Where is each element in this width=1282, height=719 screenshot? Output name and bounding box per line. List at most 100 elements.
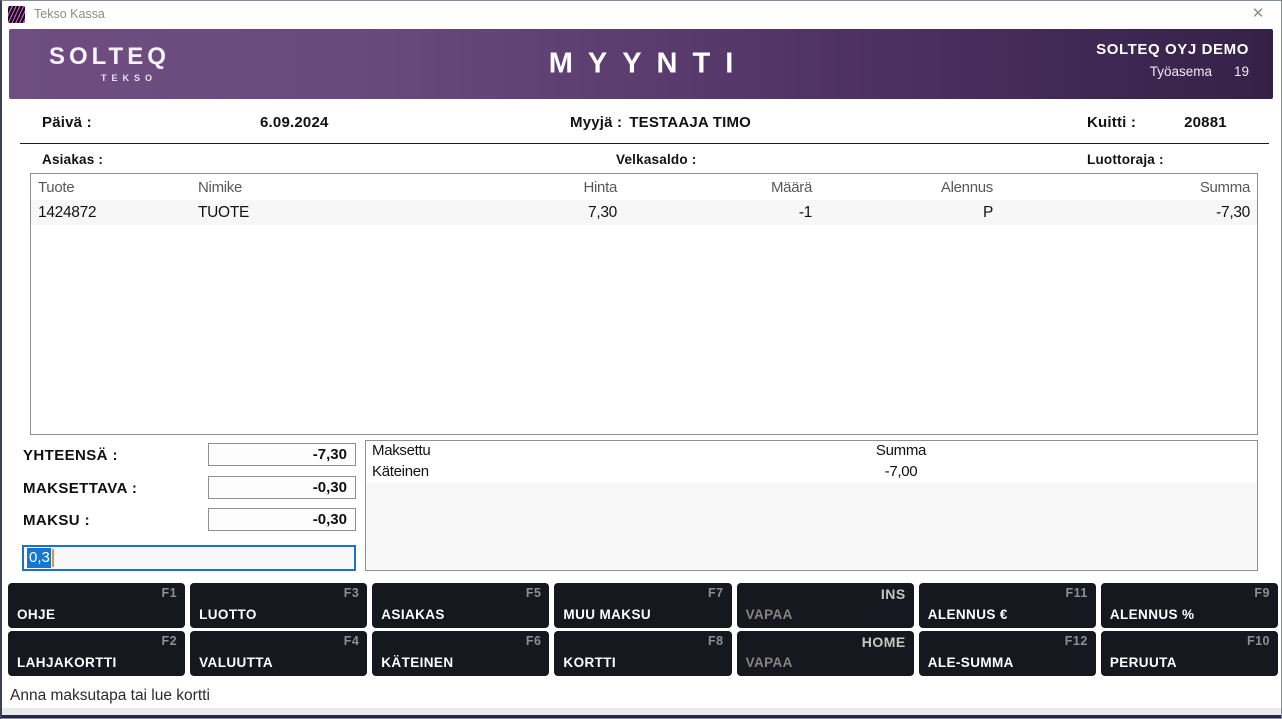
seller-value: TESTAAJA TIMO [629,114,751,131]
fkey-label: HOME [862,634,906,650]
fkey-label: F2 [162,634,178,648]
payment-sum: -7,00 [831,463,971,480]
payment-value-box: -0,30 [208,508,356,531]
col-header-tuote: Tuote [31,174,191,200]
payments-panel: Maksettu Summa Käteinen -7,00 [365,440,1258,571]
button-label: VALUUTTA [199,655,273,670]
item-product-code: 1424872 [31,200,191,225]
items-table-container: Tuote Nimike Hinta Määrä Alennus Summa 1… [30,173,1258,435]
window-title: Tekso Kassa [34,7,105,21]
button-label: ASIAKAS [381,607,445,622]
button-label: VAPAA [746,655,793,670]
col-header-alennus: Alennus [816,174,1011,200]
header-divider [20,143,1269,144]
kortti-button[interactable]: F8 KORTTI [554,631,731,676]
seller-label: Myyjä : [570,114,622,131]
vapaa-ins-button: INS VAPAA [737,583,914,628]
credit-limit-label: Luottoraja : [1087,152,1164,167]
asiakas-button[interactable]: F5 ASIAKAS [372,583,549,628]
payments-col-paid: Maksettu [372,442,430,459]
workstation-label: Työasema [1150,64,1212,79]
fkey-label: F12 [1065,634,1088,648]
fkey-label: F8 [708,634,724,648]
debt-balance-label: Velkasaldo : [616,152,696,167]
item-sum: -7,30 [1011,200,1257,225]
col-header-hinta: Hinta [451,174,621,200]
button-label: PERUUTA [1110,655,1177,670]
peruuta-button[interactable]: F10 PERUUTA [1101,631,1278,676]
col-header-summa: Summa [1011,174,1257,200]
bottom-border-bar [2,715,1281,718]
date-value: 6.09.2024 [260,114,329,131]
seller: Myyjä : TESTAAJA TIMO [570,114,751,131]
kateinen-button[interactable]: F6 KÄTEINEN [372,631,549,676]
fkey-label: F3 [344,586,360,600]
ohje-button[interactable]: F1 OHJE [8,583,185,628]
solteq-app-icon [8,6,25,23]
total-label: YHTEENSÄ : [23,447,118,464]
payment-amount-input[interactable]: 0,3 [22,545,356,571]
button-label: ALENNUS € [928,607,1008,622]
fkey-label: F4 [344,634,360,648]
col-header-maara: Määrä [621,174,816,200]
button-label: ALENNUS % [1110,607,1195,622]
item-discount: P [816,200,1011,225]
fkey-label: F9 [1254,586,1270,600]
lahjakortti-button[interactable]: F2 LAHJAKORTTI [8,631,185,676]
page-title: MYYNTI [534,48,749,81]
function-key-grid: F1 OHJE F3 LUOTTO F5 ASIAKAS F7 MUU MAKS… [8,583,1278,676]
button-label: OHJE [17,607,55,622]
logo-text: SOLTEQ [49,43,159,71]
item-price: 7,30 [451,200,621,225]
payment-method: Käteinen [372,463,429,480]
button-label: ALE-SUMMA [928,655,1014,670]
receipt-number: 20881 [1184,114,1227,131]
alennus-percent-button[interactable]: F9 ALENNUS % [1101,583,1278,628]
item-row[interactable]: 1424872 TUOTE 7,30 -1 P -7,30 [31,200,1257,225]
fkey-label: INS [881,586,906,602]
payment-row[interactable]: Käteinen -7,00 [366,462,1257,483]
fkey-label: F5 [526,586,542,600]
valuutta-button[interactable]: F4 VALUUTTA [190,631,367,676]
tekso-kassa-window: { "window": { "title": "Tekso Kassa", "c… [0,0,1282,719]
button-label: KÄTEINEN [381,655,453,670]
ale-summa-button[interactable]: F12 ALE-SUMMA [919,631,1096,676]
fkey-label: F6 [526,634,542,648]
fkey-label: F10 [1247,634,1270,648]
fkey-label: F7 [708,586,724,600]
total-value-box: -7,30 [208,443,356,466]
date-label: Päivä : [42,114,92,131]
close-icon[interactable]: ✕ [1245,2,1271,26]
payments-col-sum: Summa [831,442,971,459]
payable-label: MAKSETTAVA : [23,480,137,497]
company-name: SOLTEQ OYJ DEMO [1096,41,1249,58]
button-label: LUOTTO [199,607,257,622]
payments-header-row: Maksettu Summa [366,441,1257,462]
workstation-number: 19 [1234,64,1249,79]
receipt-label: Kuitti : [1087,114,1136,131]
titlebar: Tekso Kassa ✕ [2,1,1281,27]
items-header-row: Tuote Nimike Hinta Määrä Alennus Summa [31,174,1257,200]
button-label: VAPAA [746,607,793,622]
text-caret [52,549,54,567]
payable-value-box: -0,30 [208,476,356,499]
alennus-euro-button[interactable]: F11 ALENNUS € [919,583,1096,628]
luotto-button[interactable]: F3 LUOTTO [190,583,367,628]
item-quantity: -1 [621,200,816,225]
button-label: LAHJAKORTTI [17,655,117,670]
header-right: SOLTEQ OYJ DEMO Työasema 19 [1096,41,1249,79]
muu-maksu-button[interactable]: F7 MUU MAKSU [554,583,731,628]
status-message: Anna maksutapa tai lue kortti [10,687,210,705]
button-label: KORTTI [563,655,616,670]
payment-label: MAKSU : [23,512,90,529]
receipt: Kuitti : 20881 [1087,114,1227,131]
col-header-nimike: Nimike [191,174,451,200]
logo-subtext: TEKSO [49,73,159,83]
vapaa-home-button: HOME VAPAA [737,631,914,676]
customer-label: Asiakas : [42,152,103,167]
solteq-logo: SOLTEQ TEKSO [49,43,159,83]
workstation: Työasema 19 [1096,64,1249,79]
button-label: MUU MAKSU [563,607,651,622]
items-table: Tuote Nimike Hinta Määrä Alennus Summa 1… [31,174,1257,225]
selected-input-text: 0,3 [27,548,51,568]
